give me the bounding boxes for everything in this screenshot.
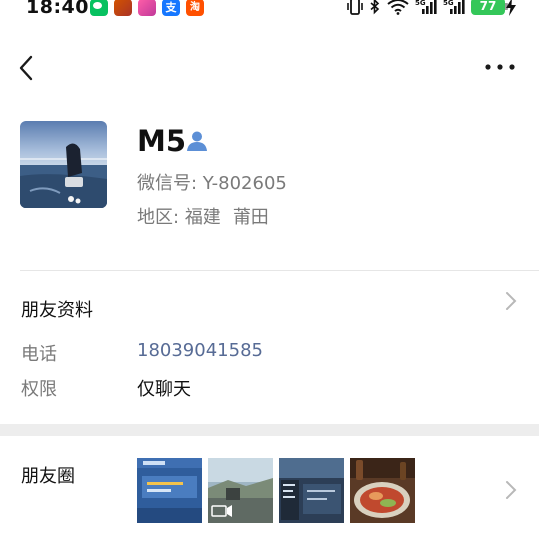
vivo-icon	[138, 0, 156, 16]
section-separator	[0, 424, 539, 436]
taobao-icon: 淘	[186, 0, 204, 16]
moments-thumbnails[interactable]	[137, 458, 415, 523]
system-status-icons: 5G 5G 77	[347, 0, 508, 15]
region-province: 福建	[184, 207, 221, 228]
svg-text:5G: 5G	[443, 0, 454, 7]
moments-title[interactable]: 朋友圈	[21, 462, 75, 488]
chevron-right-icon[interactable]	[505, 480, 517, 500]
wechat-icon	[90, 0, 108, 16]
phone-label: 电话	[21, 344, 57, 365]
permission-label: 权限	[21, 379, 57, 400]
permission-value: 仅聊天	[137, 379, 191, 400]
moment-photo-4[interactable]	[350, 458, 415, 523]
avatar[interactable]	[20, 121, 107, 208]
wechat-id: 微信号: Y-802605	[137, 173, 287, 194]
chevron-right-icon[interactable]	[505, 291, 517, 311]
charging-bolt-icon	[506, 0, 516, 16]
svg-text:5G: 5G	[415, 0, 426, 7]
status-bar: 18:40 支 淘 5G 5G 77	[0, 0, 539, 20]
region-label: 地区:	[137, 207, 180, 228]
more-options-button[interactable]	[483, 56, 517, 78]
status-time: 18:40	[26, 0, 89, 18]
game-icon	[114, 0, 132, 16]
phone-number-link[interactable]: 18039041585	[137, 340, 263, 361]
contact-name: M5	[137, 124, 187, 158]
wifi-icon	[387, 0, 409, 15]
notification-app-icons: 支 淘	[90, 0, 204, 16]
battery-icon: 77	[471, 0, 508, 15]
contact-profile-page: 18:40 支 淘 5G 5G 77 M5 微信号: Y-802605 地区: …	[0, 0, 539, 539]
bluetooth-icon	[370, 0, 380, 15]
back-button[interactable]	[14, 53, 42, 83]
vibrate-icon	[347, 0, 363, 15]
region-city: 莆田	[232, 207, 269, 228]
alipay-icon: 支	[162, 0, 180, 16]
friend-info-title[interactable]: 朋友资料	[21, 296, 93, 322]
cellular-signal-1-icon: 5G	[415, 0, 437, 14]
contact-person-icon	[187, 131, 207, 151]
cellular-signal-2-icon: 5G	[443, 0, 465, 14]
moment-photo-3[interactable]	[279, 458, 344, 523]
divider	[20, 270, 539, 271]
region-row: 地区: 福建 莆田	[137, 203, 269, 229]
moment-photo-2[interactable]	[208, 458, 273, 523]
moment-photo-1[interactable]	[137, 458, 202, 523]
